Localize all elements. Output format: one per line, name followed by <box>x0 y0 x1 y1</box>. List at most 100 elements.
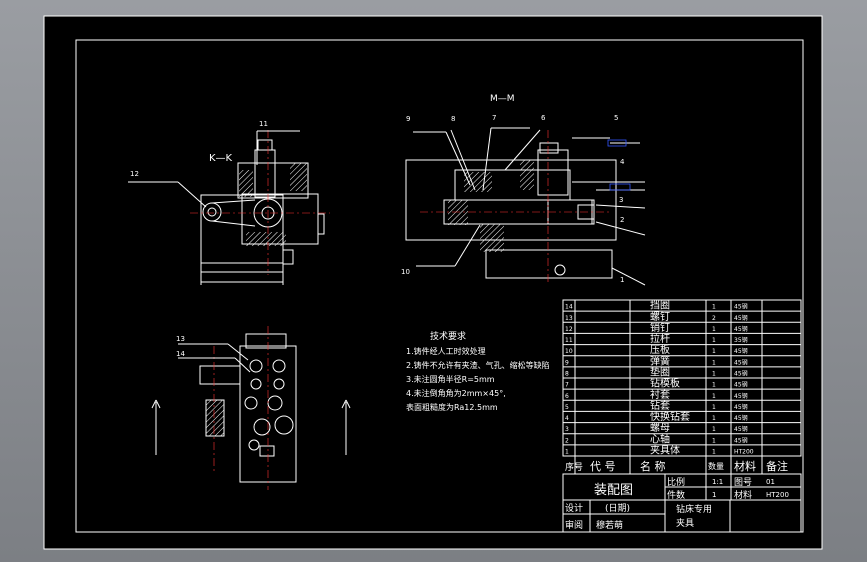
balloon-6: 6 <box>541 114 546 122</box>
bom-cell-name: 销钉 <box>650 321 670 334</box>
bom-cell-name: 钻模板 <box>650 377 680 390</box>
bom-cell-qty: 1 <box>712 326 716 333</box>
balloon-5: 5 <box>614 114 618 122</box>
title-reviewer-name: 穆若萌 <box>596 519 623 531</box>
balloon-2: 2 <box>620 216 624 224</box>
drawing-sheet <box>44 16 822 549</box>
bom-cell-name: 挡圈 <box>650 299 670 312</box>
title-count-value: 1 <box>712 491 716 499</box>
cad-viewport[interactable]: K—K 11 12 M—M 9 8 7 6 5 4 3 2 1 10 13 14… <box>0 0 867 562</box>
note-line-2: 2.铸件不允许有夹渣、气孔、缩松等缺陷 <box>406 360 550 370</box>
bom-cell-qty: 1 <box>712 382 716 389</box>
drawing-canvas[interactable]: K—K 11 12 M—M 9 8 7 6 5 4 3 2 1 10 13 14… <box>0 0 867 562</box>
note-line-5: 表面粗糙度为Ra12.5mm <box>406 402 498 412</box>
bom-cell-material: 45钢 <box>734 403 748 411</box>
balloon-13: 13 <box>176 335 185 343</box>
note-line-4: 4.未注倒角角为2mm×45°, <box>406 388 506 398</box>
bom-cell-qty: 1 <box>712 449 716 456</box>
note-line-1: 1.铸件经人工时效处理 <box>406 346 486 356</box>
bom-cell-no: 13 <box>565 315 573 322</box>
bom-cell-no: 14 <box>565 304 573 311</box>
bom-cell-no: 11 <box>565 337 573 344</box>
notes-title: 技术要求 <box>430 330 466 342</box>
bom-cell-material: 45钢 <box>734 358 748 366</box>
balloon-12: 12 <box>130 170 139 178</box>
bom-cell-name: 拉杆 <box>650 332 670 345</box>
bom-cell-name: 螺钉 <box>650 311 670 323</box>
view-label-mm: M—M <box>490 94 515 104</box>
bom-header-qty: 数量 <box>708 461 724 471</box>
title-date-label: (日期) <box>605 503 630 514</box>
bom-cell-material: 45钢 <box>734 370 748 378</box>
bom-header-material: 材料 <box>734 459 756 473</box>
bom-cell-no: 10 <box>565 348 573 355</box>
title-material-value: HT200 <box>766 491 789 499</box>
balloon-8: 8 <box>451 115 455 123</box>
bom-cell-material: 45钢 <box>734 392 748 400</box>
balloon-14: 14 <box>176 350 185 358</box>
balloon-1: 1 <box>620 276 624 284</box>
title-drawing-name: 装配图 <box>594 483 633 498</box>
bom-header-note: 备注 <box>766 459 788 473</box>
bom-cell-qty: 1 <box>712 348 716 355</box>
bom-cell-qty: 2 <box>712 315 716 322</box>
title-figure-label: 图号 <box>734 477 752 488</box>
bom-cell-qty: 1 <box>712 359 716 366</box>
balloon-3: 3 <box>619 196 623 204</box>
title-figure-value: 01 <box>766 478 775 486</box>
title-company-line2: 夹具 <box>676 517 694 529</box>
bom-cell-qty: 1 <box>712 415 716 422</box>
note-line-3: 3.未注圆角半径R=5mm <box>406 374 495 384</box>
balloon-4: 4 <box>620 158 625 166</box>
bom-cell-material: 45钢 <box>734 347 748 355</box>
bom-cell-name: 垫圈 <box>650 366 670 379</box>
bom-cell-no: 9 <box>565 359 569 366</box>
bom-cell-name: 衬套 <box>650 388 670 401</box>
bom-cell-name: 钻套 <box>650 399 670 412</box>
balloon-11: 11 <box>259 120 268 128</box>
bom-cell-name: 夹具体 <box>650 444 680 457</box>
bom-cell-no: 1 <box>565 449 569 456</box>
view-label-kk: K—K <box>209 153 233 164</box>
bom-cell-qty: 1 <box>712 337 716 344</box>
balloon-10: 10 <box>401 268 410 276</box>
bom-cell-no: 3 <box>565 426 569 433</box>
bom-cell-material: 45钢 <box>734 303 748 311</box>
title-count-label: 件数 <box>667 489 685 501</box>
balloon-7: 7 <box>492 114 496 122</box>
title-material-label: 材料 <box>734 489 752 501</box>
bom-cell-material: HT200 <box>734 449 754 456</box>
bom-cell-no: 12 <box>565 326 573 333</box>
bom-cell-name: 快换钻套 <box>650 410 690 423</box>
bom-header-code: 代 号 <box>590 460 616 473</box>
bom-cell-no: 2 <box>565 437 569 444</box>
bom-cell-no: 5 <box>565 404 569 411</box>
bom-cell-material: 45钢 <box>734 414 748 422</box>
bom-cell-qty: 1 <box>712 393 716 400</box>
bom-cell-material: 45钢 <box>734 425 748 433</box>
bom-cell-material: 45钢 <box>734 325 748 333</box>
bom-cell-no: 4 <box>565 415 569 422</box>
bom-cell-name: 压板 <box>650 343 670 356</box>
title-scale-value: 1:1 <box>712 478 723 486</box>
bom-header-name: 名 称 <box>640 459 666 473</box>
bom-cell-qty: 1 <box>712 426 716 433</box>
bom-cell-name: 螺母 <box>650 422 670 434</box>
bom-cell-name: 弹簧 <box>650 354 670 367</box>
bom-cell-material: 45钢 <box>734 381 748 389</box>
title-designer-label: 设计 <box>565 502 583 514</box>
bom-cell-material: 45钢 <box>734 314 748 322</box>
balloon-9: 9 <box>406 115 410 123</box>
bom-cell-no: 8 <box>565 371 569 378</box>
title-scale-label: 比例 <box>667 476 685 488</box>
bom-cell-name: 心轴 <box>650 432 670 445</box>
bom-cell-material: 35钢 <box>734 336 748 344</box>
bom-cell-no: 6 <box>565 393 569 400</box>
bom-cell-qty: 1 <box>712 371 716 378</box>
bom-cell-material: 45钢 <box>734 436 748 444</box>
bom-cell-qty: 1 <box>712 437 716 444</box>
bom-cell-qty: 1 <box>712 304 716 311</box>
bom-cell-qty: 1 <box>712 404 716 411</box>
title-reviewer-label: 审阅 <box>565 519 583 531</box>
bom-cell-no: 7 <box>565 382 569 389</box>
